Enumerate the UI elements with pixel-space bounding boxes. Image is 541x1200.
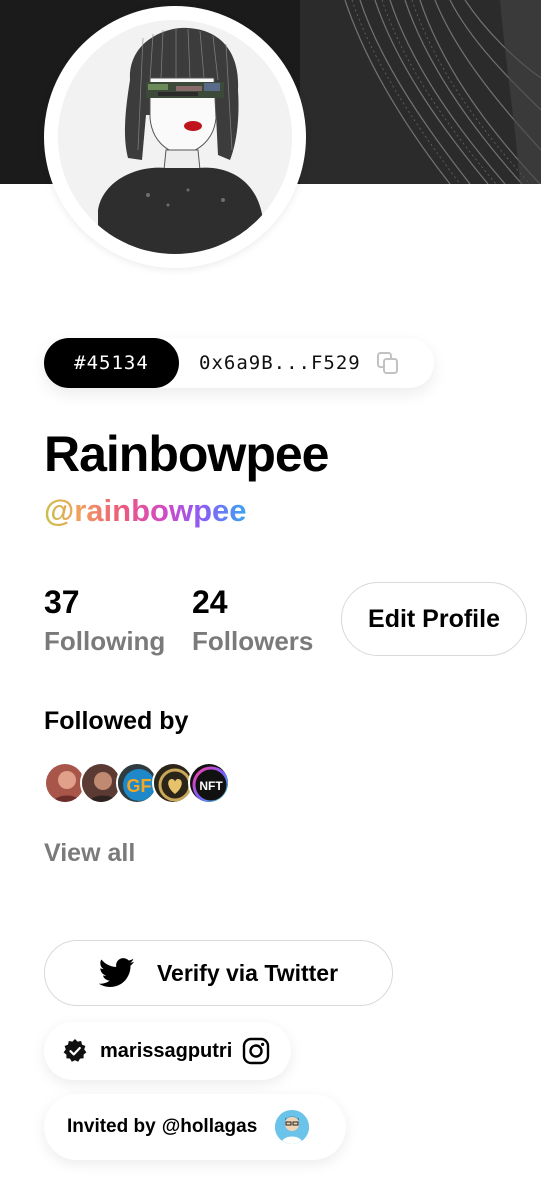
invited-by-prefix: Invited by [67, 1116, 156, 1137]
followers-count: 24 [192, 584, 228, 620]
profile-avatar [58, 20, 292, 254]
svg-text:GF: GF [127, 776, 152, 796]
inviter-handle[interactable]: @hollagas [162, 1116, 258, 1138]
copy-icon[interactable] [375, 350, 401, 376]
display-name: Rainbowpee [44, 426, 329, 482]
verify-twitter-button[interactable]: Verify via Twitter [44, 940, 393, 1006]
wallet-address: 0x6a9B...F529 [199, 352, 361, 374]
followers-label: Followers [192, 626, 314, 656]
token-id-badge: #45134 [44, 338, 179, 388]
following-count: 37 [44, 584, 80, 620]
verify-twitter-label: Verify via Twitter [156, 959, 339, 986]
view-all-link[interactable]: View all [44, 836, 135, 870]
profile-page: #45134 0x6a9B...F529 Rainbowpee @rainbow… [0, 0, 541, 1200]
following-stat[interactable]: 37 Following [44, 583, 165, 661]
edit-profile-button[interactable]: Edit Profile [341, 582, 527, 656]
inviter-avatar[interactable] [275, 1110, 310, 1144]
twitter-bird-icon [98, 958, 135, 987]
verified-badge-icon [63, 1039, 87, 1062]
following-label: Following [44, 626, 166, 656]
followers-stat[interactable]: 24 Followers [192, 583, 313, 661]
username-handle: @rainbowpee [44, 493, 247, 528]
followed-by-title: Followed by [44, 707, 189, 735]
instagram-username: marissagputri [100, 1039, 233, 1062]
followed-by-avatars: GF NFT [44, 762, 244, 806]
profile-avatar-ring [44, 6, 306, 268]
instagram-link-chip[interactable]: marissagputri [44, 1022, 291, 1080]
instagram-icon [243, 1037, 270, 1065]
svg-text:NFT: NFT [199, 779, 223, 793]
follower-avatar[interactable]: NFT [188, 762, 230, 804]
avatar-illustration [58, 20, 292, 254]
wallet-id-chip: #45134 0x6a9B...F529 [44, 338, 434, 388]
invited-by-chip: Invited by @hollagas [44, 1094, 346, 1160]
